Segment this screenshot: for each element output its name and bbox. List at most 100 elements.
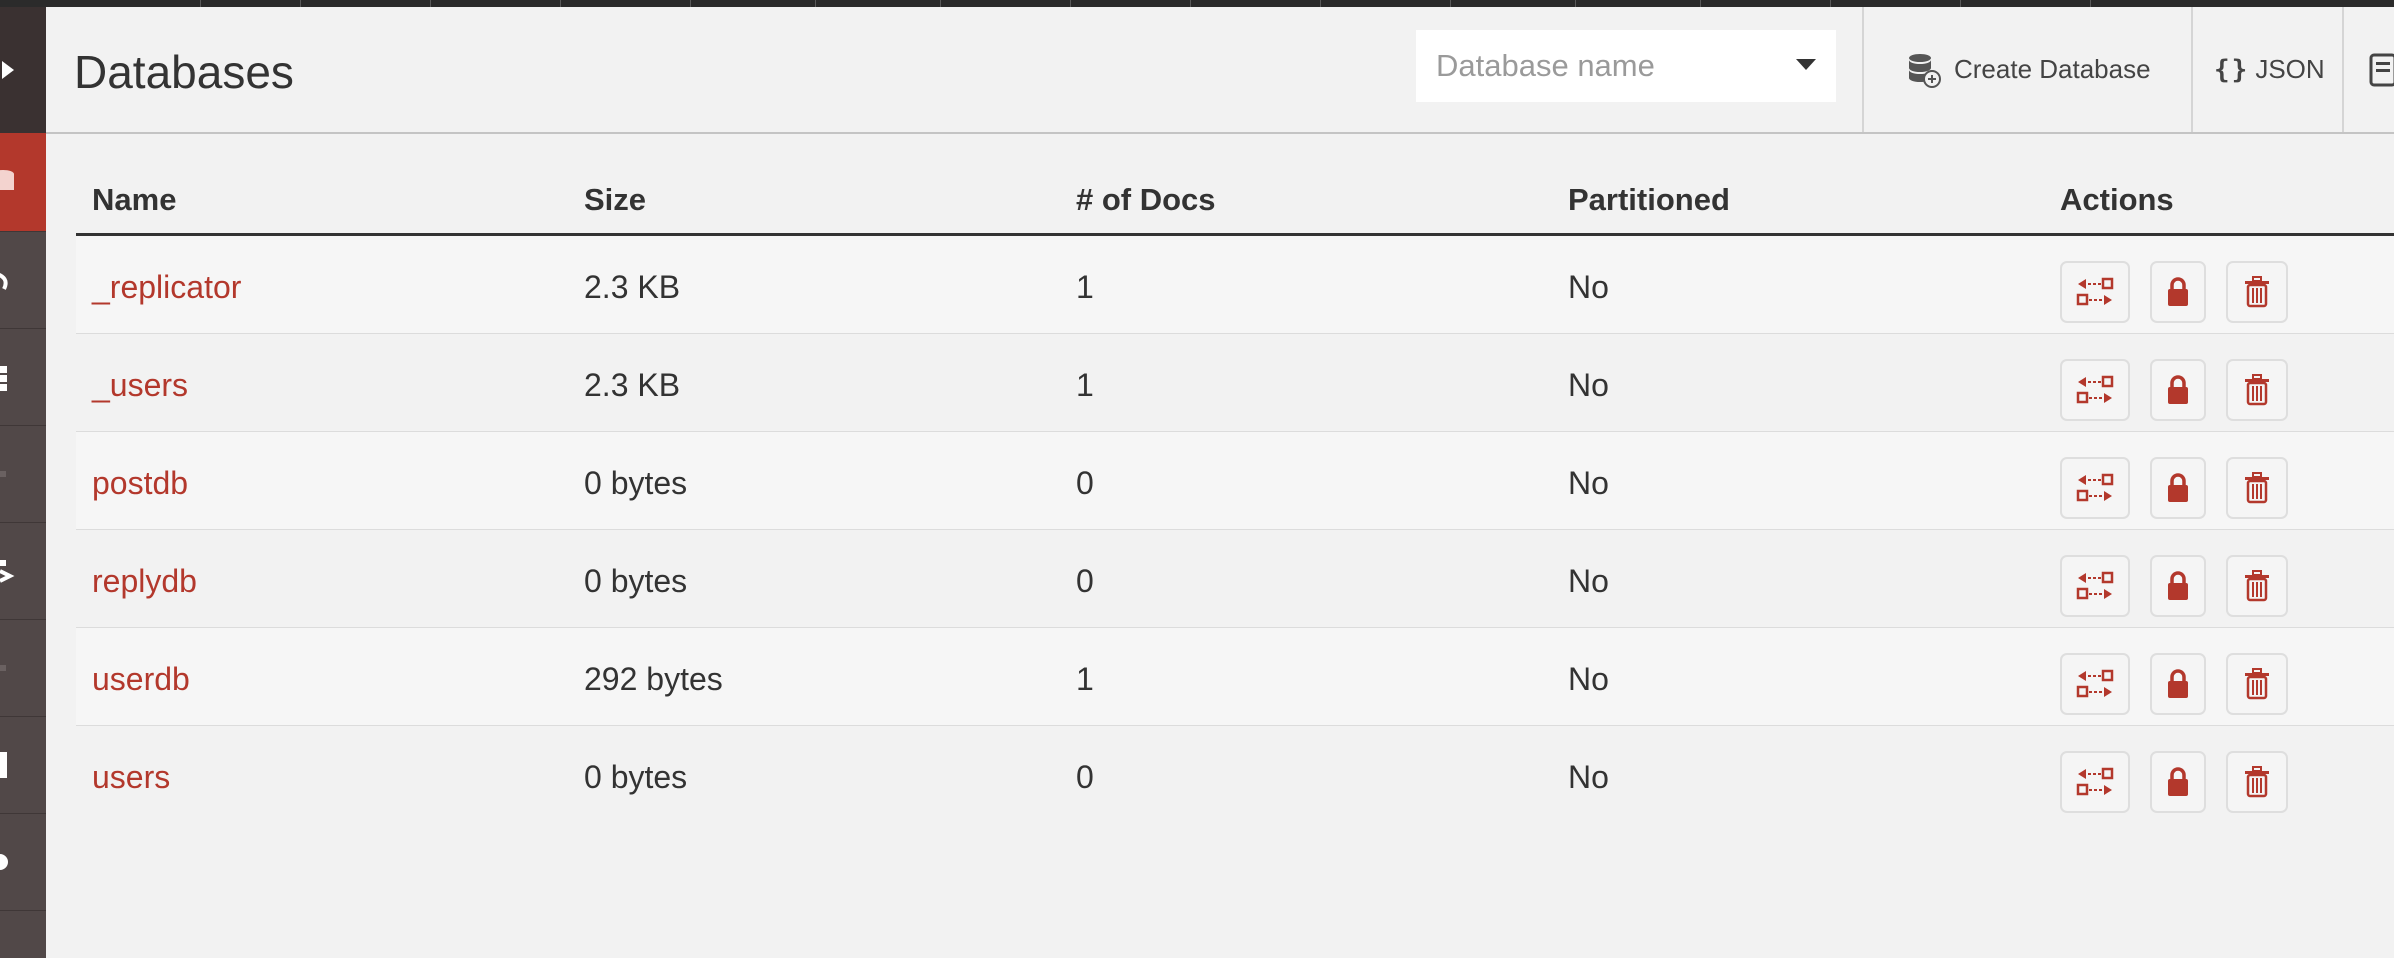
- page-title: Databases: [74, 46, 294, 98]
- grid-icon: [0, 365, 7, 391]
- sidebar-item-replication[interactable]: [0, 522, 46, 620]
- json-button[interactable]: {} JSON: [2214, 7, 2325, 132]
- trash-icon: [2245, 766, 2269, 798]
- header-divider: [1862, 7, 1864, 132]
- permissions-button[interactable]: [2150, 457, 2206, 519]
- size-cell: 0 bytes: [584, 563, 688, 599]
- replicate-icon: [2076, 375, 2114, 404]
- sidebar-item-user[interactable]: [0, 813, 46, 911]
- docs-count-cell: 0: [1076, 465, 1094, 501]
- replicate-button[interactable]: [2060, 653, 2130, 715]
- delete-button[interactable]: [2226, 457, 2288, 519]
- permissions-button[interactable]: [2150, 359, 2206, 421]
- delete-button[interactable]: [2226, 653, 2288, 715]
- sidebar-item-setup[interactable]: [0, 231, 46, 329]
- config-icon: [0, 470, 6, 477]
- lock-icon: [2168, 669, 2188, 698]
- delete-button[interactable]: [2226, 261, 2288, 323]
- database-link[interactable]: replydb: [92, 563, 197, 600]
- sidebar-item-config[interactable]: [0, 425, 46, 523]
- sidebar-item-docs[interactable]: [0, 716, 46, 814]
- table-row: replydb 0 bytes 0 No: [76, 530, 2394, 628]
- replicate-icon: [2076, 767, 2114, 796]
- column-header-name[interactable]: Name: [92, 182, 176, 218]
- column-header-partitioned: Partitioned: [1568, 182, 1730, 217]
- trash-icon: [2245, 570, 2269, 602]
- table-row: _users 2.3 KB 1 No: [76, 334, 2394, 432]
- database-link[interactable]: postdb: [92, 465, 188, 502]
- replicate-icon: [2076, 571, 2114, 600]
- create-database-label: Create Database: [1954, 54, 2151, 84]
- partitioned-cell: No: [1568, 269, 1609, 305]
- json-braces-icon: {}: [2214, 54, 2250, 85]
- sidebar-item-all-dbs[interactable]: [0, 328, 46, 426]
- lock-icon: [2168, 277, 2188, 306]
- database-add-icon: [1909, 53, 1941, 88]
- size-cell: 0 bytes: [584, 759, 688, 795]
- create-database-button[interactable]: Create Database: [1904, 7, 2151, 132]
- size-cell: 292 bytes: [584, 661, 723, 697]
- partitioned-cell: No: [1568, 563, 1609, 599]
- column-header-actions: Actions: [2060, 182, 2174, 217]
- header-divider: [2191, 7, 2193, 132]
- user-icon: [0, 853, 8, 870]
- lock-icon: [2168, 375, 2188, 404]
- sidebar-toggle[interactable]: [0, 7, 46, 134]
- permissions-button[interactable]: [2150, 751, 2206, 813]
- database-link[interactable]: _replicator: [92, 269, 241, 306]
- lock-icon: [2168, 571, 2188, 600]
- docs-count-cell: 0: [1076, 759, 1094, 795]
- book-icon: [2369, 53, 2394, 86]
- tasks-icon: [0, 664, 6, 671]
- docs-count-cell: 1: [1076, 269, 1094, 305]
- setup-icon: [0, 272, 8, 290]
- sidebar-nav: [0, 7, 46, 958]
- trash-icon: [2245, 668, 2269, 700]
- partitioned-cell: No: [1568, 759, 1609, 795]
- permissions-button[interactable]: [2150, 555, 2206, 617]
- column-header-docs[interactable]: # of Docs: [1076, 182, 1216, 218]
- replicate-button[interactable]: [2060, 555, 2130, 617]
- chevron-down-icon[interactable]: [1796, 59, 1816, 70]
- partitioned-cell: No: [1568, 661, 1609, 697]
- replicate-button[interactable]: [2060, 457, 2130, 519]
- partitioned-cell: No: [1568, 367, 1609, 403]
- database-link[interactable]: users: [92, 759, 170, 796]
- delete-button[interactable]: [2226, 359, 2288, 421]
- replicate-button[interactable]: [2060, 359, 2130, 421]
- docs-count-cell: 0: [1076, 563, 1094, 599]
- docs-icon: [0, 751, 7, 778]
- expand-arrow-icon: [2, 61, 14, 79]
- replicate-button[interactable]: [2060, 751, 2130, 813]
- replicate-icon: [2076, 669, 2114, 698]
- trash-icon: [2245, 276, 2269, 308]
- sidebar-item-tasks[interactable]: [0, 619, 46, 717]
- database-link[interactable]: userdb: [92, 661, 190, 698]
- replication-icon: [0, 559, 15, 583]
- database-name-input[interactable]: [1416, 30, 1836, 102]
- replicate-icon: [2076, 277, 2114, 306]
- docs-button[interactable]: [2368, 7, 2394, 132]
- table-row: _replicator 2.3 KB 1 No: [76, 236, 2394, 334]
- delete-button[interactable]: [2226, 751, 2288, 813]
- docs-count-cell: 1: [1076, 367, 1094, 403]
- trash-icon: [2245, 374, 2269, 406]
- permissions-button[interactable]: [2150, 261, 2206, 323]
- sidebar-item-databases[interactable]: [0, 133, 46, 232]
- table-row: postdb 0 bytes 0 No: [76, 432, 2394, 530]
- lock-icon: [2168, 473, 2188, 502]
- partitioned-cell: No: [1568, 465, 1609, 501]
- column-header-size[interactable]: Size: [584, 182, 646, 218]
- replicate-icon: [2076, 473, 2114, 502]
- delete-button[interactable]: [2226, 555, 2288, 617]
- size-cell: 0 bytes: [584, 465, 688, 501]
- permissions-button[interactable]: [2150, 653, 2206, 715]
- header-divider: [2342, 7, 2344, 132]
- table-header: Name Size # of Docs Partitioned Actions: [76, 134, 2394, 236]
- database-link[interactable]: _users: [92, 367, 188, 404]
- table-row: users 0 bytes 0 No: [76, 726, 2394, 824]
- top-edge-strip: [0, 0, 2394, 7]
- page-header: Databases Create Database {} JSON: [46, 7, 2394, 134]
- replicate-button[interactable]: [2060, 261, 2130, 323]
- json-label: JSON: [2255, 54, 2325, 84]
